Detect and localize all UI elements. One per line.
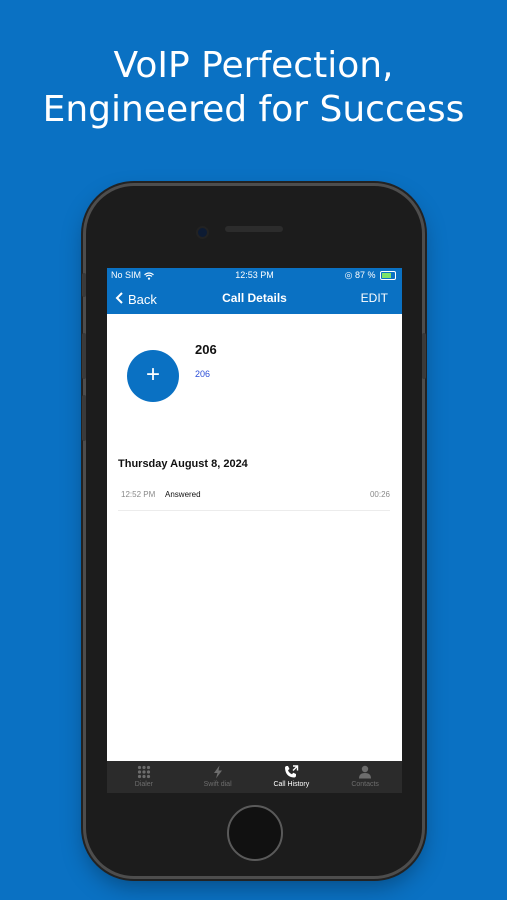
tab-call-history[interactable]: Call History [255, 761, 329, 793]
tab-dialer[interactable]: Dialer [107, 761, 181, 793]
headline-line-2: Engineered for Success [42, 89, 465, 130]
call-duration: 00:26 [369, 490, 390, 499]
person-icon [359, 765, 372, 779]
call-log-row: 12:52 PM Answered 00:26 [118, 483, 390, 511]
orientation-lock-icon: ◎ [344, 270, 353, 280]
tab-call-history-label: Call History [273, 781, 310, 788]
add-contact-button[interactable]: + [127, 350, 179, 402]
battery-icon [380, 271, 396, 281]
keypad-icon [137, 765, 150, 779]
battery-percent: 87 % [354, 270, 376, 280]
home-button[interactable] [227, 805, 283, 861]
tab-bar: Dialer Swift dial Call History Contacts [107, 761, 402, 793]
app-screen: No SIM 12:53 PM ◎ 87 % Back Call Details… [107, 268, 402, 793]
call-history-icon [285, 765, 299, 778]
edit-button[interactable]: EDIT [361, 291, 388, 305]
call-date-header: Thursday August 8, 2024 [118, 458, 248, 470]
tab-contacts-label: Contacts [351, 781, 379, 788]
tab-swift-dial-label: Swift dial [203, 781, 232, 788]
lightning-icon [213, 765, 222, 779]
promo-headline: VoIP Perfection, Engineered for Success [0, 44, 507, 132]
phone-power-button [422, 333, 426, 379]
nav-bar: Back Call Details EDIT [107, 284, 402, 314]
tab-dialer-label: Dialer [134, 781, 154, 788]
tab-swift-dial[interactable]: Swift dial [181, 761, 255, 793]
call-time: 12:52 PM [121, 490, 156, 499]
phone-volume-down [82, 395, 86, 441]
plus-icon: + [145, 361, 160, 388]
earpiece-speaker [225, 226, 283, 232]
phone-mute-switch [82, 273, 86, 297]
phone-volume-up [82, 333, 86, 379]
tab-contacts[interactable]: Contacts [328, 761, 402, 793]
status-bar: No SIM 12:53 PM ◎ 87 % [107, 268, 402, 284]
front-camera [196, 226, 209, 239]
page-title: Call Details [222, 291, 287, 305]
contact-number-link[interactable]: 206 [195, 369, 210, 379]
call-status: Answered [165, 490, 201, 499]
headline-line-1: VoIP Perfection, [113, 45, 394, 86]
contact-name: 206 [195, 342, 217, 357]
